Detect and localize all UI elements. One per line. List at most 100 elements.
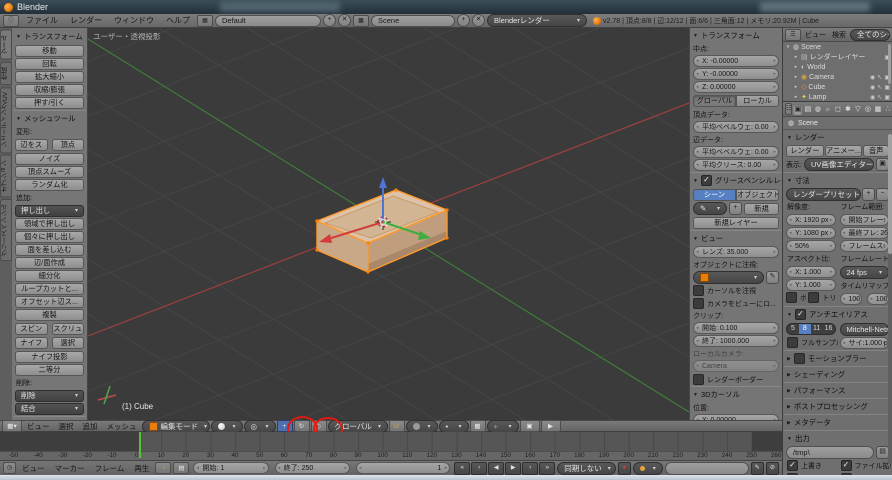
aspect-x-field[interactable]: X: 1.000 bbox=[786, 266, 836, 278]
rotate-button[interactable]: 回転 bbox=[15, 58, 84, 70]
panel-mesh-tools-header[interactable]: メッシュツール bbox=[13, 110, 86, 126]
delete-menu[interactable]: 削除 bbox=[15, 390, 84, 402]
active-keying-set-field[interactable] bbox=[665, 462, 749, 475]
pivot-point-select[interactable]: ◎ bbox=[244, 420, 276, 433]
jump-to-end-button[interactable]: » bbox=[539, 462, 555, 475]
knife-select-button[interactable]: 選択 bbox=[52, 337, 85, 349]
tab-grease-pencil[interactable]: グリースペンシル bbox=[0, 199, 12, 261]
sync-mode-select[interactable]: 同期しない bbox=[557, 462, 616, 475]
expand-icon[interactable]: ▸ bbox=[793, 74, 799, 80]
render-panel-header[interactable]: レンダー bbox=[784, 130, 891, 145]
outliner-row-cube[interactable]: ▸ ◇ Cube ◉↖▣ bbox=[783, 82, 892, 92]
tab-texture[interactable]: ▦ bbox=[873, 104, 882, 115]
lock-time-toggle[interactable]: ▤ bbox=[173, 462, 189, 474]
bisect-button[interactable]: 二等分 bbox=[15, 364, 84, 376]
clip-start-field[interactable]: 開始: 0.100 bbox=[693, 322, 779, 334]
resolution-percentage-field[interactable]: 50% bbox=[786, 240, 836, 252]
opengl-render-anim-button[interactable]: ▶ bbox=[541, 420, 561, 432]
start-frame-field[interactable]: 開始: 1 bbox=[193, 462, 268, 474]
tab-options[interactable]: オプション bbox=[0, 155, 12, 198]
outliner-scrollbar[interactable] bbox=[888, 44, 891, 84]
eye-icon[interactable]: ◉ bbox=[870, 74, 875, 81]
aa-samples-16[interactable]: 16 bbox=[823, 324, 835, 334]
subdivide-button[interactable]: 細分化 bbox=[15, 270, 84, 282]
metadata-panel-header[interactable]: メタデータ bbox=[784, 414, 891, 430]
vertex-bevel-field[interactable]: 平均ベベルウェ: 0.00 bbox=[693, 121, 779, 133]
make-edge-face-button[interactable]: 辺/面作成 bbox=[15, 257, 84, 269]
screw-button[interactable]: スクリュ bbox=[52, 323, 85, 335]
current-frame-marker[interactable] bbox=[139, 432, 141, 458]
motion-blur-checkbox[interactable] bbox=[794, 353, 805, 364]
proportional-edit-icon[interactable]: ▦ bbox=[470, 420, 486, 432]
shading-panel-header[interactable]: シェーディング bbox=[784, 366, 891, 382]
panel-transform-header[interactable]: トランスフォーム bbox=[13, 29, 86, 44]
snap-magnet-toggle[interactable]: U bbox=[389, 420, 405, 432]
median-x-field[interactable]: X: -0.00000 bbox=[693, 55, 779, 67]
scene-icon[interactable]: ▩ bbox=[353, 15, 369, 27]
knife-button[interactable]: ナイフ bbox=[15, 337, 48, 349]
tab-particles[interactable]: ∴ bbox=[883, 104, 892, 115]
frame-start-field[interactable]: 開始フレー: 1 bbox=[840, 214, 890, 226]
prev-keyframe-button[interactable]: ‹ bbox=[471, 462, 487, 475]
file-extensions-checkbox[interactable] bbox=[841, 460, 852, 471]
dimensions-panel-header[interactable]: 寸法 bbox=[784, 172, 891, 188]
inset-faces-button[interactable]: 面を差し込む bbox=[15, 244, 84, 256]
outliner-display-filter[interactable]: 全てのシーン bbox=[850, 29, 890, 41]
menu-file[interactable]: ファイル bbox=[21, 15, 63, 26]
add-menu[interactable]: 追加 bbox=[79, 421, 102, 432]
shrink-fatten-button[interactable]: 収縮/膨張 bbox=[15, 84, 84, 96]
delete-keyframe-button[interactable]: ⊘ bbox=[766, 462, 779, 475]
overwrite-checkbox[interactable] bbox=[787, 460, 798, 471]
viewport-3d[interactable]: ユーザー・透視投影 (1) Cube bbox=[88, 28, 689, 420]
delete-layout-button[interactable]: ✕ bbox=[338, 14, 351, 27]
layers-widget[interactable]: + bbox=[487, 420, 519, 433]
scene-field[interactable]: Scene bbox=[371, 15, 455, 27]
timeline-track[interactable] bbox=[0, 432, 782, 451]
snap-target-select[interactable]: • bbox=[439, 420, 469, 433]
remap-new-field[interactable]: 100 bbox=[867, 293, 889, 305]
global-toggle[interactable]: グローバル bbox=[693, 95, 736, 107]
selectable-icon[interactable]: ↖ bbox=[877, 74, 882, 81]
tab-data[interactable]: ▽ bbox=[853, 104, 862, 115]
selectable-icon[interactable]: ↖ bbox=[877, 94, 882, 101]
outliner-row-world[interactable]: ▸ ◐ World bbox=[783, 62, 892, 72]
expand-icon[interactable]: ▸ bbox=[793, 64, 799, 70]
eyedropper-icon[interactable]: ✎ bbox=[766, 271, 779, 284]
edge-bevel-field[interactable]: 平均ベベルウェ: 0.00 bbox=[693, 146, 779, 158]
outliner-row-scene[interactable]: ▾ ◍ Scene bbox=[783, 42, 892, 52]
knife-project-button[interactable]: ナイフ投影 bbox=[15, 351, 84, 363]
play-reverse-button[interactable]: ◀ bbox=[488, 462, 504, 475]
snap-element-select[interactable] bbox=[406, 420, 438, 433]
full-sample-checkbox[interactable] bbox=[787, 337, 798, 348]
render-engine-select[interactable]: Blenderレンダー bbox=[487, 14, 587, 27]
lock-cursor-checkbox[interactable] bbox=[693, 285, 704, 296]
outliner-row-render-layers[interactable]: ▸ ▤ レンダーレイヤー ▣ bbox=[783, 52, 892, 62]
post-processing-panel-header[interactable]: ポストプロセッシング bbox=[784, 398, 891, 414]
gp-add-button[interactable]: + bbox=[729, 202, 742, 215]
insert-keyframe-button[interactable]: ✎ bbox=[751, 462, 764, 475]
keying-set-mode-select[interactable] bbox=[633, 462, 663, 475]
extrude-region-button[interactable]: 領域で押し出し bbox=[15, 218, 84, 230]
push-pull-button[interactable]: 押す/引く bbox=[15, 97, 84, 109]
resolution-x-field[interactable]: X: 1920 px bbox=[786, 214, 836, 226]
gp-new-button[interactable]: 新規 bbox=[744, 203, 779, 215]
crop-checkbox[interactable] bbox=[808, 292, 819, 303]
add-layout-button[interactable]: + bbox=[323, 14, 336, 27]
timeline-ruler[interactable]: -50-40-30-20-100102030405060708090100110… bbox=[0, 451, 782, 460]
add-scene-button[interactable]: + bbox=[457, 14, 470, 27]
viewport-editor-type-icon[interactable]: ▦▾ bbox=[2, 420, 22, 432]
expand-icon[interactable]: ▾ bbox=[785, 44, 791, 50]
tab-render-layers[interactable]: ▤ bbox=[803, 104, 812, 115]
antialiasing-checkbox[interactable] bbox=[795, 309, 806, 320]
frame-end-field[interactable]: 最終フレ: 250 bbox=[840, 227, 890, 239]
output-path-field[interactable]: /tmp\ bbox=[786, 446, 874, 459]
timeline-frame-menu[interactable]: フレーム bbox=[91, 463, 129, 474]
menu-window[interactable]: ウィンドウ bbox=[109, 15, 159, 26]
aa-filter-select[interactable]: Mitchell-Netrav... bbox=[840, 323, 890, 336]
tab-scene[interactable]: ◍ bbox=[813, 104, 822, 115]
lock-camera-checkbox[interactable] bbox=[693, 298, 704, 309]
render-display-select[interactable]: UV画像エディター bbox=[804, 158, 874, 171]
selectable-icon[interactable]: ↖ bbox=[877, 84, 882, 91]
output-panel-header[interactable]: 出力 bbox=[784, 430, 891, 446]
grease-pencil-checkbox[interactable] bbox=[701, 175, 712, 186]
